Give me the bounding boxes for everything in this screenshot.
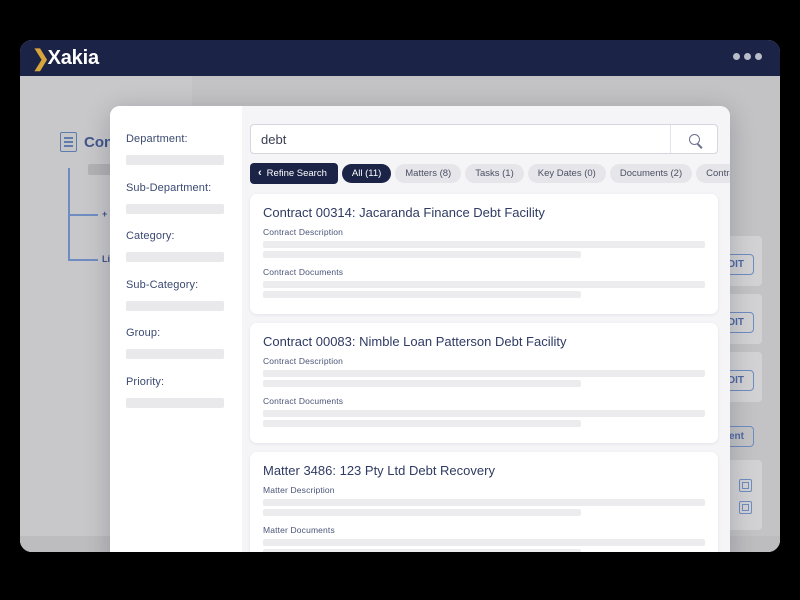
filter-chip-row: ‹ Refine Search All (11) Matters (8) Tas… xyxy=(250,163,718,184)
contract-document-icon xyxy=(60,132,77,152)
search-input[interactable] xyxy=(251,125,670,153)
skeleton-bar xyxy=(263,291,581,298)
filter-group-category: Category: xyxy=(126,230,242,262)
chevron-left-icon: ‹ xyxy=(258,168,262,179)
kebab-dot-1 xyxy=(733,53,740,60)
filter-label-priority: Priority: xyxy=(126,376,242,388)
tab-key-dates[interactable]: Key Dates (0) xyxy=(528,164,606,183)
filter-field-sub-department[interactable] xyxy=(126,204,224,214)
filter-group-group: Group: xyxy=(126,327,242,359)
filter-label-category: Category: xyxy=(126,230,242,242)
filter-group-department: Department: xyxy=(126,133,242,165)
kebab-dot-3 xyxy=(755,53,762,60)
result-card[interactable]: Matter 3486: 123 Pty Ltd Debt Recovery M… xyxy=(250,452,718,552)
result-section: Contract Description xyxy=(263,227,705,258)
result-card[interactable]: Contract 00083: Nimble Loan Patterson De… xyxy=(250,323,718,443)
tree-branch-2 xyxy=(68,259,98,261)
skeleton-bar xyxy=(263,509,581,516)
result-title: Contract 00314: Jacaranda Finance Debt F… xyxy=(263,205,705,220)
skeleton-bar xyxy=(263,251,581,258)
kebab-dot-2 xyxy=(744,53,751,60)
result-section: Contract Documents xyxy=(263,396,705,427)
filter-label-sub-category: Sub-Category: xyxy=(126,279,242,291)
result-section-label: Matter Documents xyxy=(263,525,705,535)
skeleton-bar xyxy=(263,380,581,387)
kebab-menu-icon[interactable] xyxy=(733,53,762,60)
refine-search-button[interactable]: ‹ Refine Search xyxy=(250,163,338,184)
logo-chevron-icon: ❯ xyxy=(32,47,47,69)
tab-documents[interactable]: Documents (2) xyxy=(610,164,692,183)
calendar-icon-1[interactable] xyxy=(739,479,752,492)
skeleton-bar xyxy=(263,539,705,546)
background-page-title: Con xyxy=(60,132,113,152)
search-submit-button[interactable] xyxy=(670,125,717,153)
result-section: Contract Description xyxy=(263,356,705,387)
search-bar xyxy=(250,124,718,154)
brand-name: Xakia xyxy=(48,48,99,68)
result-section: Matter Description xyxy=(263,485,705,516)
tree-branch-1 xyxy=(68,214,98,216)
result-section-label: Matter Description xyxy=(263,485,705,495)
result-title: Contract 00083: Nimble Loan Patterson De… xyxy=(263,334,705,349)
tab-matters[interactable]: Matters (8) xyxy=(395,164,461,183)
skeleton-bar xyxy=(263,370,705,377)
filter-field-sub-category[interactable] xyxy=(126,301,224,311)
tab-contracts[interactable]: Contracts (2) xyxy=(696,164,730,183)
search-icon xyxy=(689,134,700,145)
result-section: Contract Documents xyxy=(263,267,705,298)
result-title: Matter 3486: 123 Pty Ltd Debt Recovery xyxy=(263,463,705,478)
skeleton-bar xyxy=(263,549,581,552)
skeleton-bar xyxy=(263,410,705,417)
result-section-label: Contract Documents xyxy=(263,267,705,277)
tab-all[interactable]: All (11) xyxy=(342,164,391,183)
skeleton-bar xyxy=(263,499,705,506)
filter-field-category[interactable] xyxy=(126,252,224,262)
result-section-label: Contract Description xyxy=(263,227,705,237)
filter-field-priority[interactable] xyxy=(126,398,224,408)
skeleton-bar xyxy=(263,420,581,427)
search-modal: Department: Sub-Department: Category: Su… xyxy=(110,106,730,552)
filter-group-sub-department: Sub-Department: xyxy=(126,182,242,214)
filter-group-priority: Priority: xyxy=(126,376,242,408)
result-section-label: Contract Documents xyxy=(263,396,705,406)
refine-search-label: Refine Search xyxy=(267,169,327,179)
results-panel: ‹ Refine Search All (11) Matters (8) Tas… xyxy=(242,106,730,552)
filter-field-group[interactable] xyxy=(126,349,224,359)
filter-label-group: Group: xyxy=(126,327,242,339)
result-card[interactable]: Contract 00314: Jacaranda Finance Debt F… xyxy=(250,194,718,314)
tab-tasks[interactable]: Tasks (1) xyxy=(465,164,524,183)
filter-field-department[interactable] xyxy=(126,155,224,165)
background-title-text: Con xyxy=(84,134,113,151)
filter-panel: Department: Sub-Department: Category: Su… xyxy=(110,106,242,552)
filter-group-sub-category: Sub-Category: xyxy=(126,279,242,311)
browser-window: ❯ Xakia Con + W Lifec DIT DIT DIT xyxy=(20,40,780,552)
calendar-icon-2[interactable] xyxy=(739,501,752,514)
result-section: Matter Documents xyxy=(263,525,705,552)
xakia-logo[interactable]: ❯ Xakia xyxy=(32,40,99,76)
app-header: ❯ Xakia xyxy=(20,40,780,76)
filter-label-sub-department: Sub-Department: xyxy=(126,182,242,194)
skeleton-bar xyxy=(263,281,705,288)
skeleton-bar xyxy=(263,241,705,248)
filter-label-department: Department: xyxy=(126,133,242,145)
result-section-label: Contract Description xyxy=(263,356,705,366)
